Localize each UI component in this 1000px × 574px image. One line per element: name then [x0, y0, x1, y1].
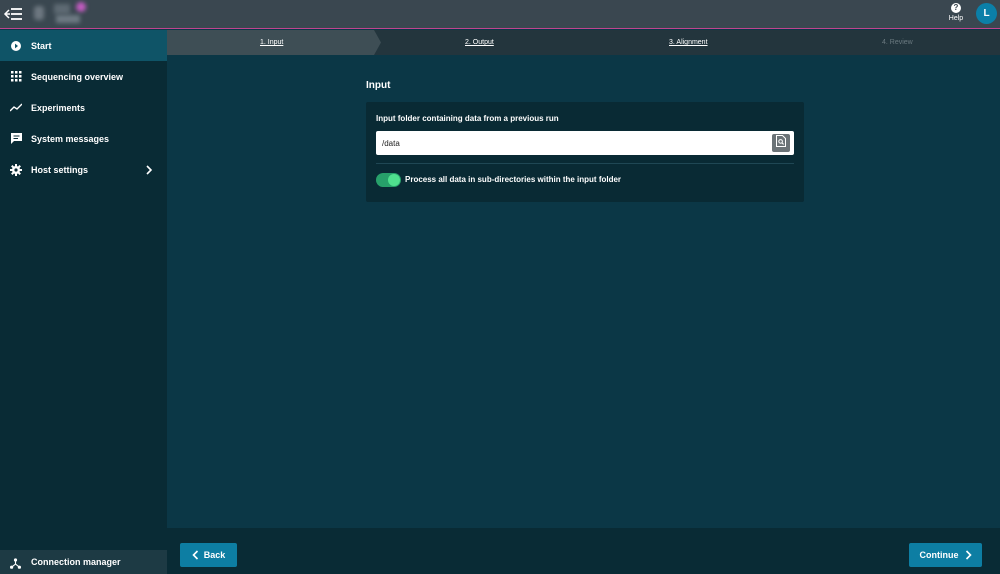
step-alignment[interactable]: 3. Alignment [669, 30, 708, 55]
continue-button-label: Continue [919, 550, 959, 560]
continue-button[interactable]: Continue [909, 543, 982, 567]
sidebar-item-label: System messages [31, 133, 110, 144]
app-logo [32, 2, 92, 26]
back-button-label: Back [203, 550, 226, 560]
gear-icon [8, 162, 24, 178]
sidebar-item-sequencing-overview[interactable]: Sequencing overview [0, 61, 167, 92]
input-folder-field[interactable] [376, 131, 766, 155]
page-title: Input [366, 80, 391, 91]
help-button[interactable]: ? Help [946, 3, 966, 25]
help-label: Help [948, 15, 964, 22]
help-icon: ? [951, 3, 961, 13]
subdirectories-toggle[interactable] [376, 173, 401, 187]
footer-bar: Back Continue [167, 528, 1000, 574]
sidebar-item-label: Experiments [31, 102, 86, 113]
sidebar-item-label: Sequencing overview [31, 71, 124, 82]
chevron-right-icon [143, 163, 155, 175]
back-button[interactable]: Back [180, 543, 237, 567]
avatar[interactable]: L [976, 3, 997, 24]
sidebar-item-label: Start [31, 40, 52, 51]
menu-collapse-icon[interactable] [3, 5, 23, 23]
sidebar-item-experiments[interactable]: Experiments [0, 92, 167, 123]
toggle-knob [388, 174, 400, 186]
chevron-right-icon [965, 550, 972, 560]
step-input[interactable]: 1. Input [260, 30, 283, 55]
top-bar: ? Help L [0, 0, 1000, 29]
sidebar-item-connection-manager[interactable]: Connection manager [0, 550, 167, 574]
grid-icon [8, 69, 24, 85]
sidebar-item-label: Host settings [31, 164, 89, 175]
input-folder-field-wrap [376, 131, 794, 155]
step-review: 4. Review [882, 39, 913, 46]
input-card: Input folder containing data from a prev… [366, 102, 804, 202]
trend-line-icon [8, 100, 24, 116]
sidebar: Start Sequencing overview Experiments Sy… [0, 30, 167, 574]
connection-manager-label: Connection manager [31, 557, 121, 567]
sidebar-item-system-messages[interactable]: System messages [0, 123, 167, 154]
chevron-left-icon [192, 550, 199, 560]
step-output[interactable]: 2. Output [465, 30, 494, 55]
play-circle-icon [8, 38, 24, 54]
divider [376, 163, 794, 164]
sidebar-item-start[interactable]: Start [0, 30, 167, 61]
browse-folder-button[interactable] [772, 134, 790, 152]
file-search-icon [776, 134, 786, 152]
network-icon [10, 556, 22, 569]
subdirectories-toggle-label: Process all data in sub-directories with… [405, 175, 622, 184]
message-icon [8, 131, 24, 147]
input-folder-label: Input folder containing data from a prev… [376, 114, 559, 123]
wizard-stepper: 1. Input 2. Output 3. Alignment 4. Revie… [167, 30, 1000, 55]
sidebar-item-host-settings[interactable]: Host settings [0, 154, 167, 185]
